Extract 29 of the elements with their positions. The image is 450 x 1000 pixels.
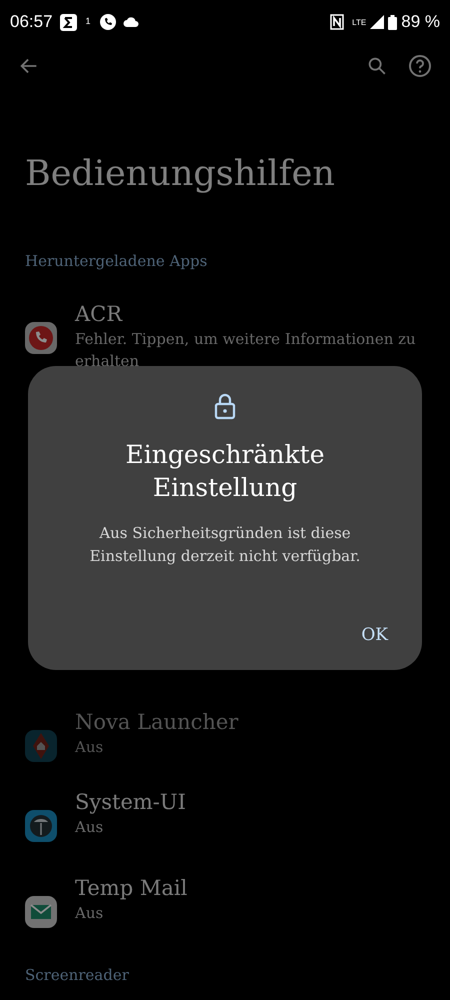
dialog-message: Aus Sicherheitsgründen ist diese Einstellung derzeit nicht verfügbar. <box>88 523 362 567</box>
dialog-title: Eingeschränkte Einstellung <box>124 439 326 504</box>
app-name[interactable]: ACR <box>75 300 425 328</box>
app-name[interactable]: System-UI <box>75 788 186 816</box>
notification-count: 1 <box>84 15 92 28</box>
ok-button[interactable]: OK <box>349 616 400 654</box>
network-type: LTE <box>352 17 366 30</box>
app-summary: Fehler. Tippen, um weitere Informationen zu erhalten <box>75 328 417 372</box>
app-icon <box>25 810 57 842</box>
sigma-icon <box>60 14 77 30</box>
cloud-icon <box>122 16 139 28</box>
app-summary: Aus <box>75 902 104 924</box>
battery-icon <box>388 14 398 30</box>
signal-icon <box>370 15 384 29</box>
help-icon[interactable] <box>408 54 432 78</box>
app-icon <box>25 896 57 928</box>
clock-time: 06:57 <box>10 11 53 34</box>
lock-icon <box>213 392 237 420</box>
app-summary: Aus <box>75 816 104 838</box>
section-header: Screenreader <box>25 964 130 986</box>
search-icon[interactable] <box>366 55 388 77</box>
section-header: Heruntergeladene Apps <box>25 251 208 272</box>
app-name[interactable]: Temp Mail <box>75 874 188 902</box>
page-title: Bedienungshilfen <box>25 153 336 196</box>
app-summary: Aus <box>75 736 104 758</box>
app-icon <box>25 322 57 354</box>
phone-icon <box>100 14 116 30</box>
battery-level: 89 % <box>401 11 440 34</box>
nfc-icon <box>330 14 344 30</box>
